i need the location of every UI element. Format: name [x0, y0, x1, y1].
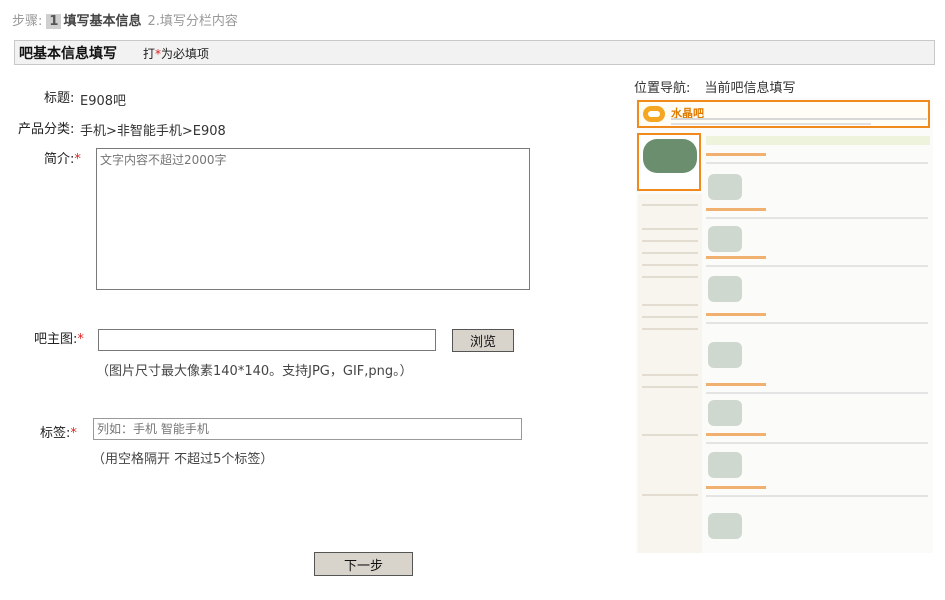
steps-prefix: 步骤: [12, 14, 43, 29]
preview-item-title [706, 313, 766, 316]
preview-side-line [642, 328, 698, 330]
preview-side-line [642, 494, 698, 496]
required-note: 打*为必填项 [143, 45, 209, 62]
preview-side-line [642, 304, 698, 306]
preview-tabs [706, 136, 930, 145]
layout-preview-image: 水晶吧 [636, 98, 933, 553]
preview-main-image-slot [637, 133, 701, 191]
preview-desc-line [671, 118, 927, 120]
preview-text-line [706, 162, 928, 164]
preview-text-line [706, 217, 928, 219]
preview-item-image [708, 400, 742, 426]
preview-item-title [706, 433, 766, 436]
preview-side-line [642, 252, 698, 254]
preview-side-line [642, 316, 698, 318]
step1-label: 填写基本信息 [63, 14, 142, 29]
bracelet-image [643, 139, 697, 173]
preview-side-line [642, 264, 698, 266]
category-label: 产品分类: [18, 122, 75, 137]
preview-text-line [706, 495, 928, 497]
preview-sidebar [638, 194, 702, 553]
preview-side-line [642, 204, 698, 206]
title-label: 标题: [44, 91, 75, 106]
image-label-text: 吧主图: [34, 332, 78, 347]
preview-item-image [708, 276, 742, 302]
steps-breadcrumb: 步骤: 1 填写基本信息 2.填写分栏内容 [12, 10, 238, 29]
step2-label: 2.填写分栏内容 [147, 14, 238, 29]
tags-input[interactable] [93, 418, 522, 440]
preview-text-line [706, 442, 928, 444]
intro-required-mark: * [74, 152, 81, 167]
image-required-mark: * [77, 332, 84, 347]
intro-label-text: 简介: [44, 152, 75, 167]
tags-hint: （用空格隔开 不超过5个标签） [92, 452, 274, 467]
preview-item-image [708, 452, 742, 478]
preview-item-image [708, 174, 742, 200]
preview-item-title [706, 153, 766, 156]
browse-button[interactable]: 浏览 [452, 329, 514, 352]
tags-label-text: 标签: [40, 426, 71, 441]
preview-side-line [642, 434, 698, 436]
preview-item-image [708, 226, 742, 252]
preview-text-line [706, 322, 928, 324]
image-label: 吧主图:* [34, 328, 84, 347]
preview-side-line [642, 240, 698, 242]
preview-desc-line [671, 123, 871, 125]
intro-label: 简介:* [44, 148, 81, 167]
preview-item-title [706, 383, 766, 386]
preview-text-line [706, 265, 928, 267]
forum-logo-icon [643, 106, 665, 122]
required-note-prefix: 打 [143, 47, 156, 61]
next-step-button[interactable]: 下一步 [314, 552, 413, 576]
location-nav: 位置导航: 当前吧信息填写 [634, 77, 796, 96]
preview-side-line [642, 276, 698, 278]
image-hint: （图片尺寸最大像素140*140。支持JPG，GIF,png。） [96, 364, 413, 379]
image-file-input[interactable] [98, 329, 436, 351]
section-title: 吧基本信息填写 [19, 46, 117, 62]
preview-side-line [642, 228, 698, 230]
location-nav-label: 位置导航: [634, 81, 691, 96]
preview-item-title [706, 486, 766, 489]
tags-required-mark: * [70, 426, 77, 441]
preview-side-line [642, 374, 698, 376]
preview-item-image [708, 342, 742, 368]
preview-text-line [706, 392, 928, 394]
step1-number: 1 [46, 14, 62, 29]
section-header: 吧基本信息填写 打*为必填项 [14, 40, 935, 65]
location-nav-value: 当前吧信息填写 [704, 81, 796, 96]
preview-item-title [706, 256, 766, 259]
tags-label: 标签:* [40, 422, 77, 441]
preview-item-image [708, 513, 742, 539]
category-value: 手机>非智能手机>E908 [80, 124, 226, 139]
preview-banner: 水晶吧 [637, 100, 930, 128]
preview-item-title [706, 208, 766, 211]
required-note-suffix: 为必填项 [161, 47, 210, 61]
title-value: E908吧 [80, 94, 127, 109]
preview-side-line [642, 386, 698, 388]
intro-textarea[interactable] [96, 148, 530, 290]
